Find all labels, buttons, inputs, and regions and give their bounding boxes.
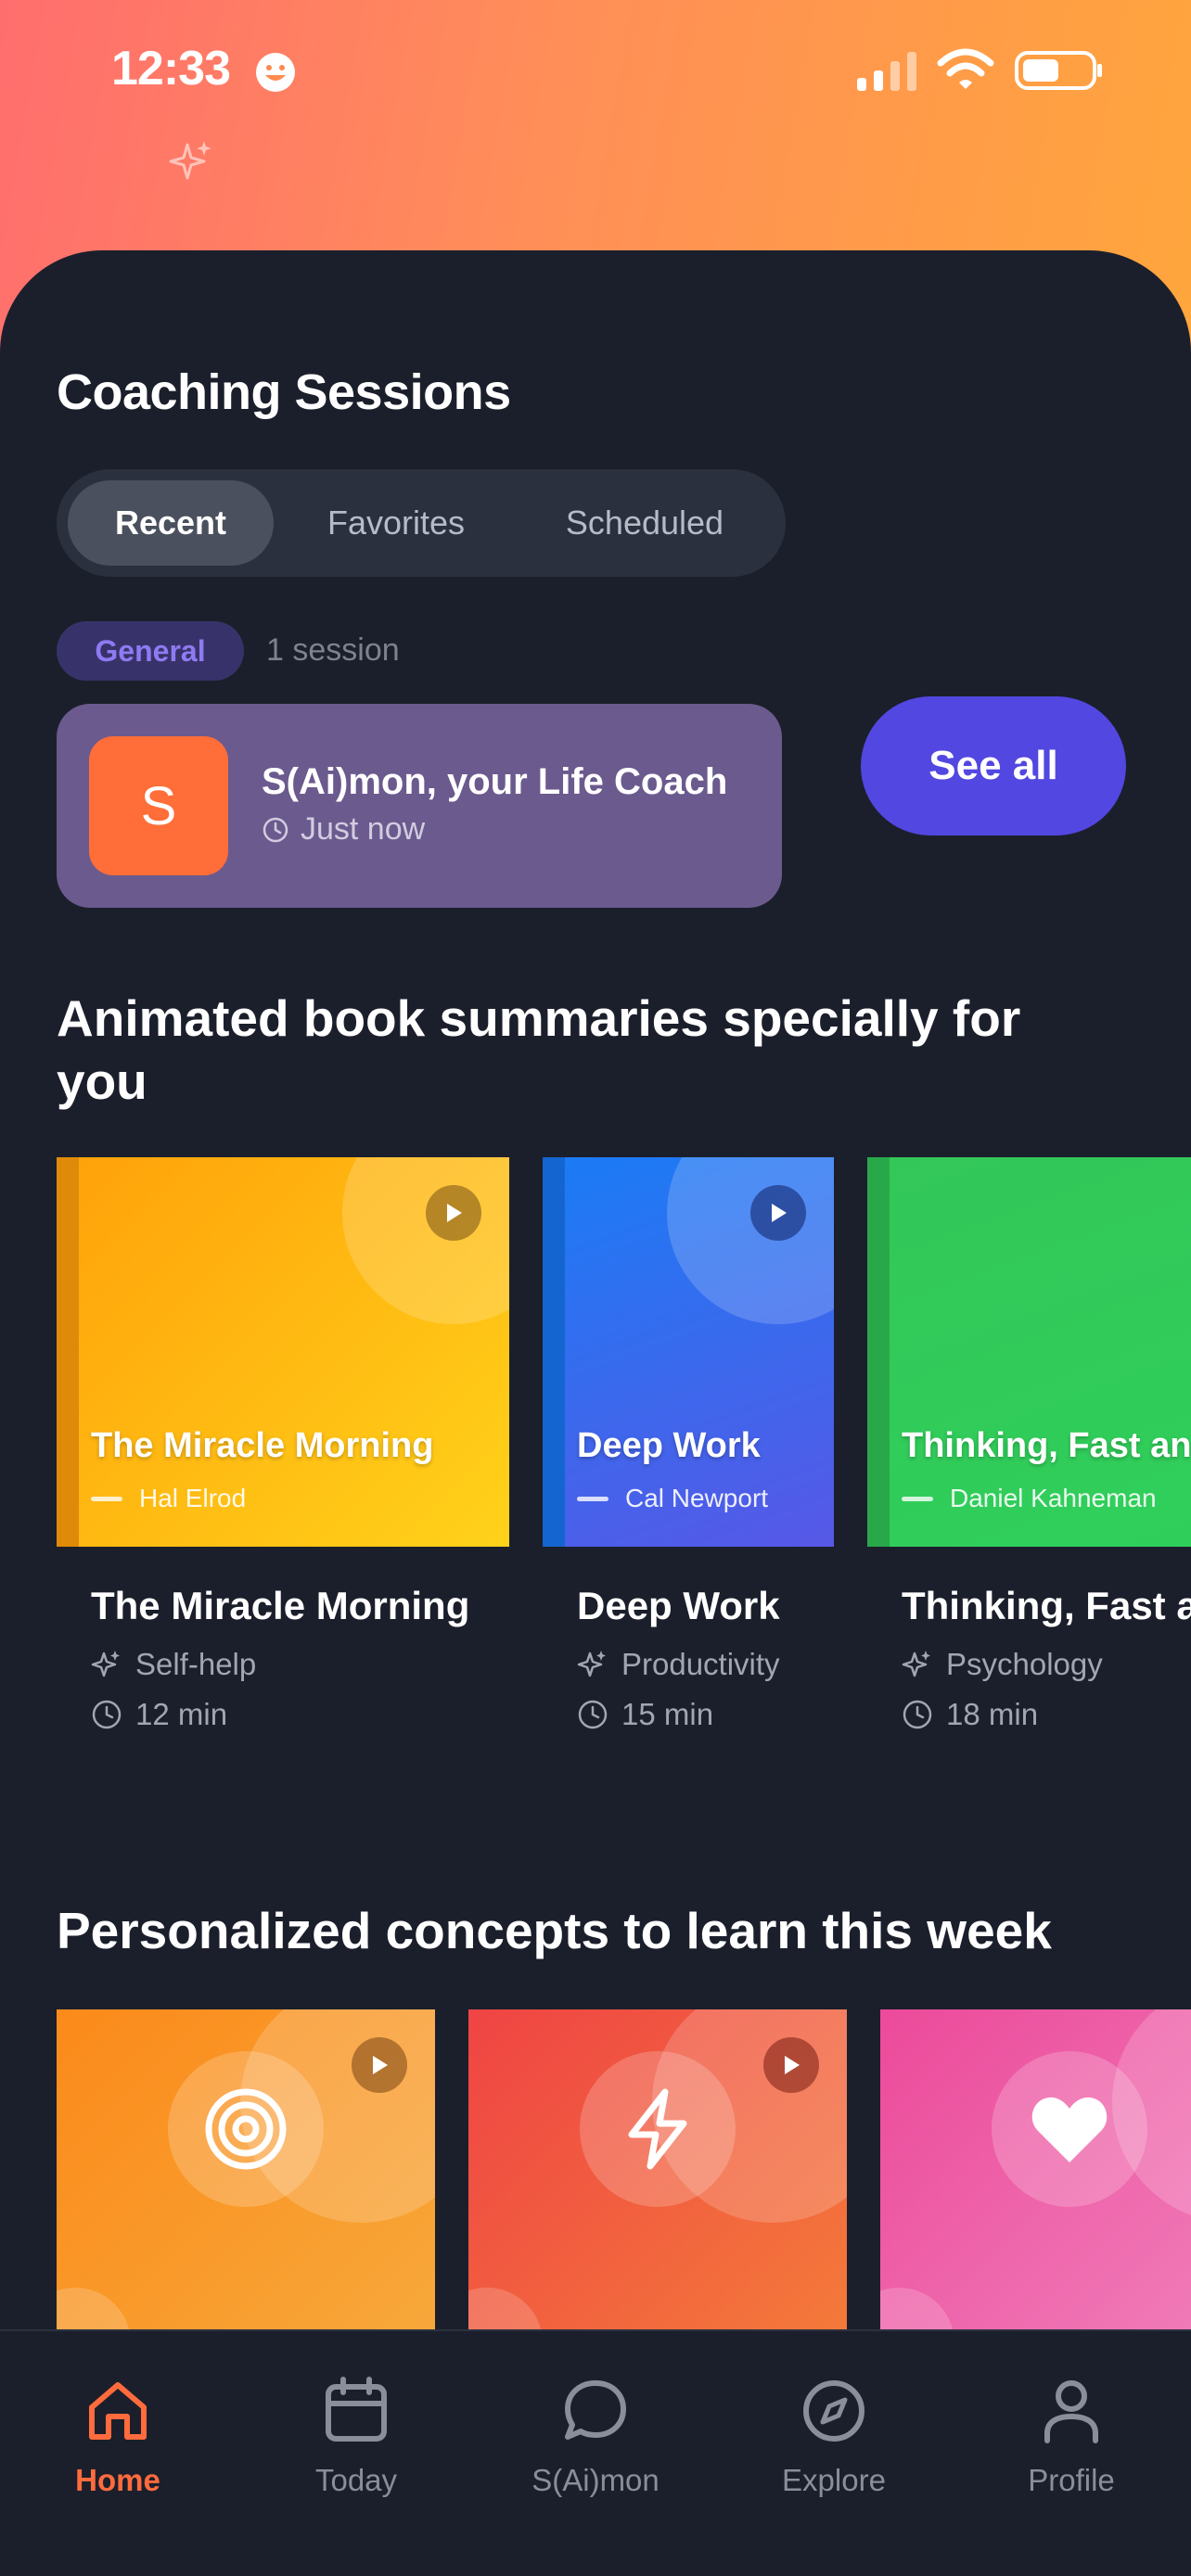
sparkle-icon (91, 1651, 120, 1677)
tab-scheduled[interactable]: Scheduled (519, 480, 771, 566)
book-cover[interactable]: Deep Work Cal Newport (543, 1157, 834, 1547)
tab-favorites[interactable]: Favorites (287, 480, 506, 566)
clock-icon (263, 817, 288, 842)
nav-label: Today (314, 2463, 398, 2497)
clock-icon (903, 1700, 932, 1729)
lightning-icon (628, 2088, 687, 2170)
heart-icon (1031, 2097, 1108, 2162)
compass-icon (803, 2380, 864, 2442)
book-card[interactable]: Thinking, Fast and Slow Daniel Kahneman … (867, 1157, 1191, 1751)
book-category: Psychology (946, 1647, 1103, 1681)
play-button[interactable] (763, 2037, 819, 2093)
signal-icon (857, 52, 916, 91)
cover-title: Thinking, Fast and Slow (902, 1426, 1191, 1465)
play-icon (373, 2056, 388, 2074)
nav-label: Explore (782, 2463, 886, 2497)
cover-title: Deep Work (577, 1426, 761, 1465)
home-icon (89, 2382, 147, 2440)
book-duration: 15 min (621, 1697, 714, 1731)
avatar: S (89, 736, 228, 875)
play-button[interactable] (750, 1185, 806, 1241)
status-bar: 12:33 (0, 0, 1191, 139)
wifi-icon (937, 48, 994, 89)
clock-icon (92, 1700, 122, 1729)
nav-label: S(Ai)mon (531, 2463, 660, 2497)
battery-icon (1015, 51, 1102, 90)
clock-icon (578, 1700, 608, 1729)
sparkle-icon[interactable] (165, 137, 215, 187)
play-icon (772, 1204, 787, 1222)
smiley-icon (256, 53, 295, 92)
session-count: 1 session (266, 632, 400, 668)
nav-label: Profile (1028, 2463, 1115, 2497)
session-name: S(Ai)mon, your Life Coach (262, 761, 728, 802)
nav-today[interactable]: Today (273, 2331, 440, 2498)
profile-icon (1044, 2380, 1098, 2443)
session-tabs: Recent Favorites Scheduled (57, 469, 786, 577)
book-card[interactable]: Deep Work Cal Newport Deep Work Producti… (543, 1157, 834, 1731)
book-cover[interactable]: Thinking, Fast and Slow Daniel Kahneman (867, 1157, 1191, 1547)
play-icon (785, 2056, 800, 2074)
see-all-button[interactable]: See all (861, 696, 1126, 835)
book-category: Productivity (621, 1647, 780, 1681)
cover-author: Daniel Kahneman (950, 1484, 1157, 1512)
book-duration: 18 min (946, 1697, 1039, 1731)
cover-title: The Miracle Morning (91, 1426, 434, 1465)
book-card[interactable]: The Miracle Morning Hal Elrod The Miracl… (57, 1157, 509, 1731)
play-button[interactable] (352, 2037, 407, 2093)
category-chip[interactable]: General (57, 621, 244, 681)
sparkle-icon (577, 1651, 606, 1677)
cover-author: Hal Elrod (139, 1484, 247, 1512)
chat-icon (565, 2380, 626, 2440)
cover-author: Cal Newport (625, 1484, 769, 1512)
tab-recent[interactable]: Recent (68, 480, 274, 566)
play-icon (447, 1204, 462, 1222)
nav-explore[interactable]: Explore (750, 2331, 917, 2498)
play-button[interactable] (426, 1185, 481, 1241)
status-time: 12:33 (111, 42, 231, 96)
nav-home[interactable]: Home (34, 2331, 201, 2498)
book-title: Deep Work (577, 1584, 780, 1627)
calendar-icon (326, 2377, 387, 2442)
book-title: The Miracle Morning (91, 1584, 470, 1627)
coaching-sessions-title: Coaching Sessions (57, 364, 511, 420)
books-section-title: Animated book summaries specially for yo… (57, 989, 1021, 1110)
book-title: Thinking, Fast and Slow (902, 1584, 1191, 1627)
book-category: Self-help (135, 1647, 257, 1681)
session-card[interactable]: S S(Ai)mon, your Life Coach Just now (57, 704, 782, 908)
sparkle-icon (902, 1651, 930, 1677)
nav-label: Home (75, 2463, 160, 2497)
book-duration: 12 min (135, 1697, 228, 1731)
nav-profile[interactable]: Profile (988, 2331, 1155, 2498)
concepts-section-title: Personalized concepts to learn this week (57, 1902, 1052, 1959)
concept-card[interactable] (57, 2009, 435, 2334)
concept-card[interactable] (880, 2009, 1191, 2334)
nav-simon[interactable]: S(Ai)mon (512, 2331, 679, 2498)
target-icon (205, 2088, 287, 2170)
session-time: Just now (301, 811, 426, 847)
book-cover[interactable]: The Miracle Morning Hal Elrod (57, 1157, 509, 1547)
bottom-nav: Home Today S(Ai)mon Explore Profile (0, 2329, 1191, 2576)
concept-card[interactable] (468, 2009, 847, 2334)
